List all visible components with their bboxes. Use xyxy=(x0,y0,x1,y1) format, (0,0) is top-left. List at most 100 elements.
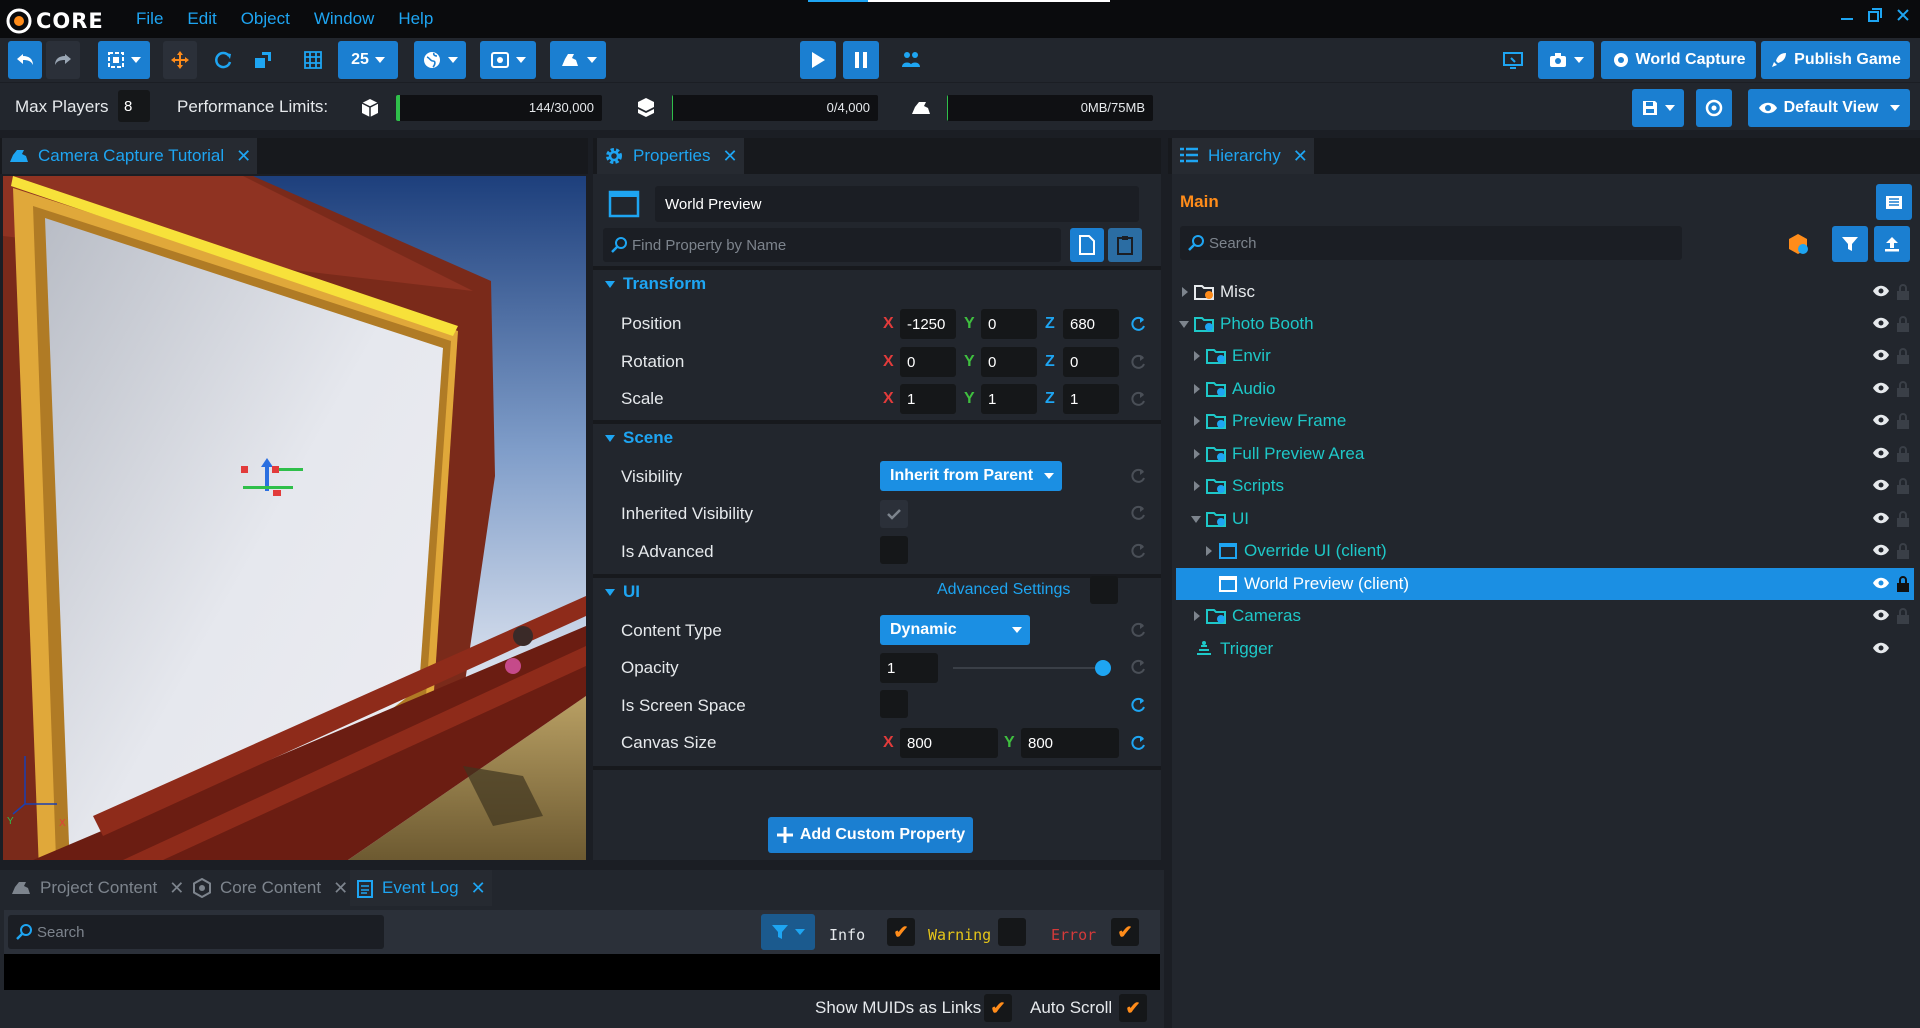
reset-icon[interactable] xyxy=(1129,353,1147,371)
is-advanced-checkbox[interactable] xyxy=(880,536,908,564)
scale-z-input[interactable]: 1 xyxy=(1063,384,1119,414)
canvas-size-x-input[interactable]: 800 xyxy=(900,728,998,758)
restore-icon[interactable] xyxy=(1868,8,1882,22)
scale-y-input[interactable]: 1 xyxy=(981,384,1037,414)
rotation-y-input[interactable]: 0 xyxy=(981,347,1037,377)
reset-icon[interactable] xyxy=(1129,658,1147,676)
multiplayer-preview-button[interactable] xyxy=(896,41,926,79)
opacity-slider-knob[interactable] xyxy=(1095,660,1111,676)
publish-game-button[interactable]: Publish Game xyxy=(1761,41,1910,79)
advanced-settings-checkbox[interactable] xyxy=(1090,576,1118,604)
lock-icon[interactable] xyxy=(1896,543,1910,559)
collapse-all-button[interactable] xyxy=(1874,226,1910,262)
paste-properties-button[interactable] xyxy=(1108,228,1142,262)
rotate-tool-button[interactable] xyxy=(206,41,240,79)
rotation-z-input[interactable]: 0 xyxy=(1063,347,1119,377)
scale-x-input[interactable]: 1 xyxy=(900,384,956,414)
menu-object[interactable]: Object xyxy=(229,9,302,29)
close-tab-icon[interactable]: ✕ xyxy=(333,878,348,899)
minimize-icon[interactable] xyxy=(1840,8,1854,22)
auto-scroll-checkbox[interactable]: ✔ xyxy=(1119,994,1147,1022)
lock-icon[interactable] xyxy=(1896,284,1910,300)
property-search-input[interactable]: Find Property by Name xyxy=(603,228,1061,262)
screen-mode-button[interactable] xyxy=(1498,41,1528,79)
eye-icon[interactable] xyxy=(1872,382,1890,394)
eye-icon[interactable] xyxy=(1872,609,1890,621)
hierarchy-item-preview-frame[interactable]: Preview Frame xyxy=(1176,405,1914,437)
tab-event-log[interactable]: Event Log ✕ xyxy=(350,870,492,906)
copy-properties-button[interactable] xyxy=(1070,228,1104,262)
hierarchy-item-scripts[interactable]: Scripts xyxy=(1176,470,1914,502)
camera-capture-dropdown[interactable] xyxy=(1538,41,1594,79)
section-ui[interactable]: UI xyxy=(593,574,1161,606)
canvas-size-y-input[interactable]: 800 xyxy=(1021,728,1119,758)
eye-icon[interactable] xyxy=(1872,642,1890,654)
hierarchy-item-ui[interactable]: UI xyxy=(1176,503,1914,535)
refresh-view-button[interactable] xyxy=(1696,89,1732,127)
position-y-input[interactable]: 0 xyxy=(981,309,1037,339)
close-tab-icon[interactable]: ✕ xyxy=(169,878,184,899)
max-players-input[interactable]: 8 xyxy=(118,90,150,122)
lock-icon[interactable] xyxy=(1896,446,1910,462)
reset-icon[interactable] xyxy=(1129,734,1147,752)
section-transform[interactable]: Transform xyxy=(593,266,1161,298)
opacity-input[interactable]: 1 xyxy=(880,653,938,683)
show-muids-checkbox[interactable]: ✔ xyxy=(984,994,1012,1022)
close-icon[interactable] xyxy=(1896,8,1910,22)
tab-hierarchy[interactable]: Hierarchy ✕ xyxy=(1172,138,1314,174)
close-tab-icon[interactable]: ✕ xyxy=(1293,146,1308,167)
position-x-input[interactable]: -1250 xyxy=(900,309,956,339)
rotation-x-input[interactable]: 0 xyxy=(900,347,956,377)
log-filter-dropdown[interactable] xyxy=(761,914,815,950)
event-log-search-input[interactable]: Search xyxy=(8,915,384,949)
close-tab-icon[interactable]: ✕ xyxy=(236,146,251,167)
player-settings-dropdown[interactable] xyxy=(550,41,606,79)
world-capture-button[interactable]: World Capture xyxy=(1601,41,1756,79)
screen-space-checkbox[interactable] xyxy=(880,690,908,718)
filter-button[interactable] xyxy=(1832,226,1868,262)
lock-icon[interactable] xyxy=(1896,316,1910,332)
save-dropdown[interactable] xyxy=(1632,89,1684,127)
hierarchy-item-full-preview-area[interactable]: Full Preview Area xyxy=(1176,438,1914,470)
menu-edit[interactable]: Edit xyxy=(175,9,228,29)
eye-icon[interactable] xyxy=(1872,577,1890,589)
hierarchy-item-trigger[interactable]: Trigger xyxy=(1176,633,1914,665)
eye-icon[interactable] xyxy=(1872,317,1890,329)
section-scene[interactable]: Scene xyxy=(593,420,1161,452)
reset-icon[interactable] xyxy=(1129,696,1147,714)
redo-button[interactable] xyxy=(46,41,80,79)
create-scene-folder-button[interactable] xyxy=(1876,184,1912,220)
close-tab-icon[interactable]: ✕ xyxy=(722,146,737,167)
position-z-input[interactable]: 680 xyxy=(1063,309,1119,339)
warning-filter-checkbox[interactable] xyxy=(998,918,1026,946)
lock-icon[interactable] xyxy=(1896,608,1910,624)
eye-icon[interactable] xyxy=(1872,285,1890,297)
scale-tool-button[interactable] xyxy=(246,41,280,79)
hierarchy-item-audio[interactable]: Audio xyxy=(1176,373,1914,405)
tab-properties[interactable]: Properties ✕ xyxy=(597,138,744,174)
reset-icon[interactable] xyxy=(1129,390,1147,408)
lock-icon[interactable] xyxy=(1896,576,1910,592)
eye-icon[interactable] xyxy=(1872,544,1890,556)
splitter[interactable] xyxy=(1164,870,1172,1028)
eye-icon[interactable] xyxy=(1872,479,1890,491)
reset-icon[interactable] xyxy=(1129,315,1147,333)
menu-help[interactable]: Help xyxy=(386,9,445,29)
lock-icon[interactable] xyxy=(1896,478,1910,494)
hierarchy-search-input[interactable]: Search xyxy=(1180,226,1682,260)
eye-icon[interactable] xyxy=(1872,349,1890,361)
content-type-dropdown[interactable]: Dynamic xyxy=(880,615,1030,645)
object-name-input[interactable]: World Preview xyxy=(655,186,1139,222)
eye-icon[interactable] xyxy=(1872,447,1890,459)
world-space-dropdown[interactable] xyxy=(414,41,466,79)
tab-project-content[interactable]: Project Content ✕ xyxy=(4,870,190,906)
pause-button[interactable] xyxy=(843,41,879,79)
reset-icon[interactable] xyxy=(1129,542,1147,560)
selection-mode-button[interactable] xyxy=(98,41,150,79)
info-filter-checkbox[interactable]: ✔ xyxy=(887,918,915,946)
grid-size-dropdown[interactable]: 25 xyxy=(338,41,398,79)
menu-file[interactable]: File xyxy=(124,9,175,29)
opacity-slider-track[interactable] xyxy=(953,667,1103,669)
lock-icon[interactable] xyxy=(1896,511,1910,527)
default-view-dropdown[interactable]: Default View xyxy=(1748,89,1910,127)
